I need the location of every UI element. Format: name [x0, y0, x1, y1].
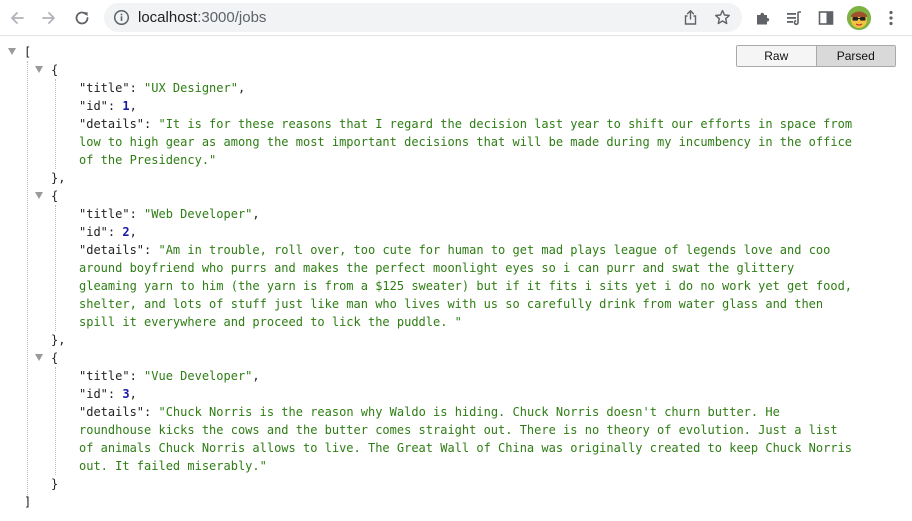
forward-button[interactable] [35, 4, 63, 32]
reading-list-button[interactable] [780, 4, 808, 32]
details-line: "It is for these reasons that I regard t… [158, 117, 853, 131]
json-row-details: "details": "It is for these reasons that… [79, 117, 853, 131]
json-row-id: "id": 2, [79, 225, 137, 239]
side-panel-icon [818, 11, 834, 25]
array-close-bracket: ] [24, 495, 32, 509]
details-line: low to high gear as among the most impor… [79, 135, 853, 149]
details-line: "Chuck Norris is the reason why Waldo is… [158, 405, 780, 419]
info-icon[interactable] [113, 9, 130, 26]
object-open-brace: { [51, 63, 59, 77]
object-guide-line [55, 367, 56, 475]
details-line: gleaming yarn to him (the yarn is from a… [79, 279, 853, 293]
title-value: "Vue Developer" [144, 369, 253, 383]
object-close-brace: }, [51, 333, 66, 347]
collapse-arrow-icon[interactable] [35, 354, 43, 361]
star-icon[interactable] [714, 9, 731, 26]
address-bar[interactable]: localhost:3000/jobs [104, 3, 742, 32]
details-line: out. It failed miserably." [79, 459, 267, 473]
array-guide-line [27, 61, 28, 501]
json-row-title: "title": "UX Designer", [79, 81, 246, 95]
details-line: spill it everywhere and proceed to lick … [79, 315, 462, 329]
avatar-image [847, 6, 871, 30]
reload-icon [75, 11, 89, 25]
json-row-details: "details": "Chuck Norris is the reason w… [79, 405, 780, 419]
json-viewer: [ { "title": "UX Designer", "id": 1, "de… [0, 38, 912, 521]
details-line: of the Presidency." [79, 153, 217, 167]
array-open-bracket: [ [24, 45, 32, 59]
details-line: around boyfriend who purrs and makes the… [79, 261, 795, 275]
collapse-arrow-icon[interactable] [35, 192, 43, 199]
id-value: 1 [122, 99, 130, 113]
kebab-menu-icon [889, 10, 893, 26]
object-guide-line [55, 79, 56, 169]
browser-menu-button[interactable] [877, 4, 905, 32]
collapse-arrow-icon[interactable] [35, 66, 43, 73]
json-row-id: "id": 3, [79, 387, 137, 401]
side-panel-button[interactable] [812, 4, 840, 32]
avatar[interactable] [847, 6, 871, 30]
object-close-brace: } [51, 477, 59, 491]
forward-arrow-icon [42, 12, 55, 24]
url-text[interactable]: localhost:3000/jobs [138, 9, 266, 26]
share-icon[interactable] [682, 9, 699, 26]
reading-list-icon [787, 11, 801, 26]
back-button[interactable] [3, 4, 31, 32]
json-row-details: "details": "Am in trouble, roll over, to… [79, 243, 831, 257]
title-value: "UX Designer" [144, 81, 238, 95]
details-line: "Am in trouble, roll over, too cute for … [158, 243, 831, 257]
object-open-brace: { [51, 189, 59, 203]
extensions-button[interactable] [749, 4, 777, 32]
details-line: roundhouse kicks the cows and the butter… [79, 423, 838, 437]
url-host: localhost [138, 9, 198, 26]
reload-button[interactable] [68, 4, 96, 32]
object-guide-line [55, 205, 56, 331]
collapse-arrow-icon[interactable] [8, 48, 16, 55]
json-row-title: "title": "Web Developer", [79, 207, 260, 221]
json-row-title: "title": "Vue Developer", [79, 369, 260, 383]
details-line: of animals Chuck Norris allows to live. … [79, 441, 853, 455]
details-line: shelter, and lots of stuff just like man… [79, 297, 824, 311]
extensions-icon [757, 12, 770, 25]
id-value: 2 [122, 225, 130, 239]
object-open-brace: { [51, 351, 59, 365]
object-close-brace: }, [51, 171, 66, 185]
json-row-id: "id": 1, [79, 99, 137, 113]
browser-toolbar: localhost:3000/jobs [0, 0, 912, 36]
title-value: "Web Developer" [144, 207, 253, 221]
back-arrow-icon [11, 12, 24, 24]
url-path: :3000/jobs [197, 9, 267, 26]
id-value: 3 [122, 387, 130, 401]
